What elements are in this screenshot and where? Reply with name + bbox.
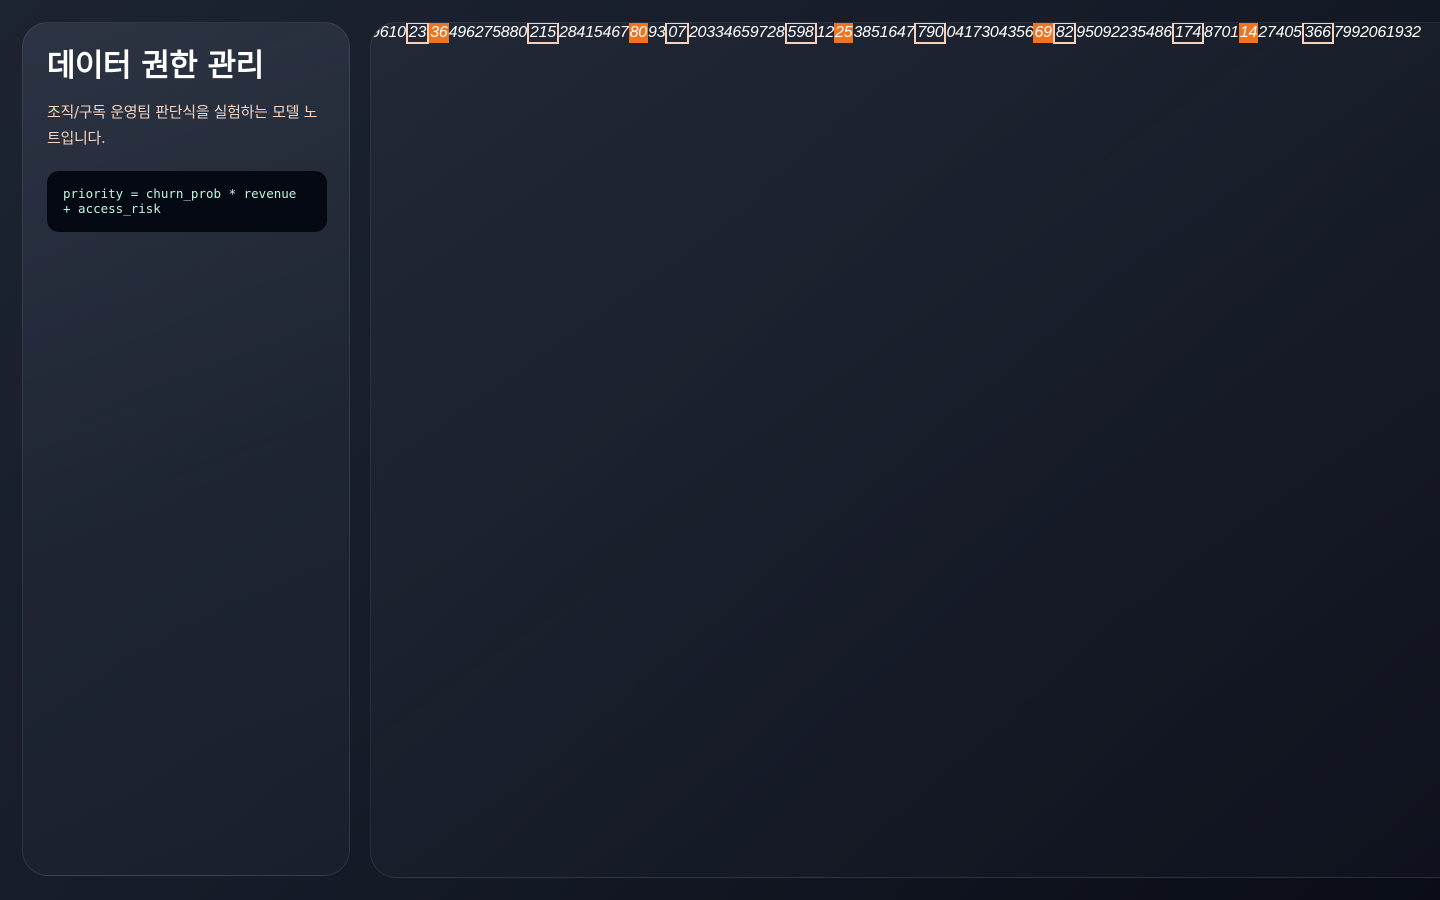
stream-digits: 28415467 — [559, 24, 629, 41]
page-description: 조직/구독 운영팀 판단식을 실험하는 모델 노트입니다. — [47, 103, 318, 147]
stream-boxed-digits: 174 — [1171, 23, 1205, 44]
stream-digits: 9610 — [371, 24, 406, 41]
stream-boxed-digits: 215 — [526, 23, 560, 44]
formula-code-block: priority = churn_prob * revenue + access… — [47, 171, 327, 232]
stream-digits: 0417304356 — [946, 24, 1034, 41]
stream-digits: 12 — [816, 24, 835, 41]
sidebar-panel: 데이터 권한 관리 조직/구독 운영팀 판단식을 실험하는 모델 노트입니다. … — [22, 22, 350, 876]
stream-digits: 20334659728 — [688, 24, 785, 41]
stream-boxed-digits: 598 — [784, 23, 817, 44]
stream-boxed-digits: 23 — [405, 23, 430, 44]
stream-highlighted-digits: 80 — [628, 23, 649, 43]
stream-boxed-digits: 82 — [1052, 23, 1077, 44]
stream-boxed-digits: 366 — [1301, 23, 1334, 44]
stream-boxed-digits: 07 — [665, 23, 689, 44]
stream-digits: 95092235486 — [1076, 24, 1172, 41]
stream-highlighted-digits: 36 — [429, 23, 449, 43]
stream-digits: 7992061932 — [1333, 24, 1421, 41]
number-stream: 9610 23 36 496275880 215 28415467 80 93 07 203346… — [371, 23, 1421, 44]
stream-digits: 496275880 — [448, 24, 527, 41]
stream-digits: 3851647 — [853, 24, 915, 41]
stream-digits: 27405 — [1258, 24, 1302, 41]
stream-digits: 8701 — [1204, 24, 1239, 41]
stream-highlighted-digits: 69 — [1033, 23, 1053, 43]
stream-highlighted-digits: 14 — [1238, 23, 1259, 43]
stream-digits: 93 — [648, 24, 666, 41]
main-panel: 9610 23 36 496275880 215 28415467 80 93 07 203346… — [370, 22, 1440, 878]
stream-highlighted-digits: 25 — [834, 23, 854, 43]
stream-boxed-digits: 790 — [914, 23, 947, 44]
page-title: 데이터 권한 관리 — [47, 48, 264, 84]
